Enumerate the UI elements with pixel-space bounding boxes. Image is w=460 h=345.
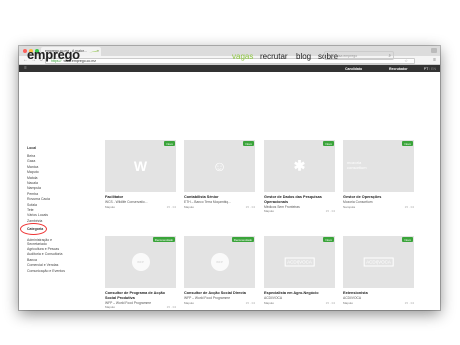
address-bar: ← → ↻ https://www.emprego.co.mz ☆ ≡ [19,56,440,65]
browser-menu-icon[interactable]: ≡ [433,57,436,63]
bookmark-star-icon[interactable]: ☆ [404,58,408,63]
site-topbar: ☰ Candidato Recrutador PT / EN [19,65,440,72]
reload-icon[interactable]: ↻ [39,57,43,63]
profile-icon[interactable] [431,48,437,53]
url-field[interactable]: https://www.emprego.co.mz ☆ [45,57,415,64]
browser-tab[interactable]: emprego.co.mz - A maior… × [41,47,101,56]
topbar-menu-icon[interactable]: ☰ [24,66,27,70]
nav-buttons: ← → ↻ [23,57,43,63]
language-switcher: PT / EN [424,67,436,71]
close-tab-icon[interactable]: × [97,49,99,53]
recruiter-link[interactable]: Recrutador [389,67,408,71]
candidate-link[interactable]: Candidato [345,67,362,71]
window-controls [23,49,39,53]
close-window-button[interactable] [23,49,27,53]
maximize-window-button[interactable] [35,49,39,53]
minimize-window-button[interactable] [29,49,33,53]
lang-en[interactable]: EN [431,67,436,71]
url-host: www.emprego.co.mz [63,58,96,63]
browser-window: emprego.co.mz - A maior… × ← → ↻ https:/… [19,46,440,310]
tab-bar: emprego.co.mz - A maior… × [19,46,440,56]
forward-icon[interactable]: → [31,57,36,63]
back-icon[interactable]: ← [23,57,28,63]
tab-title: emprego.co.mz - A maior… [45,49,88,53]
url-protocol: https:// [51,58,62,63]
